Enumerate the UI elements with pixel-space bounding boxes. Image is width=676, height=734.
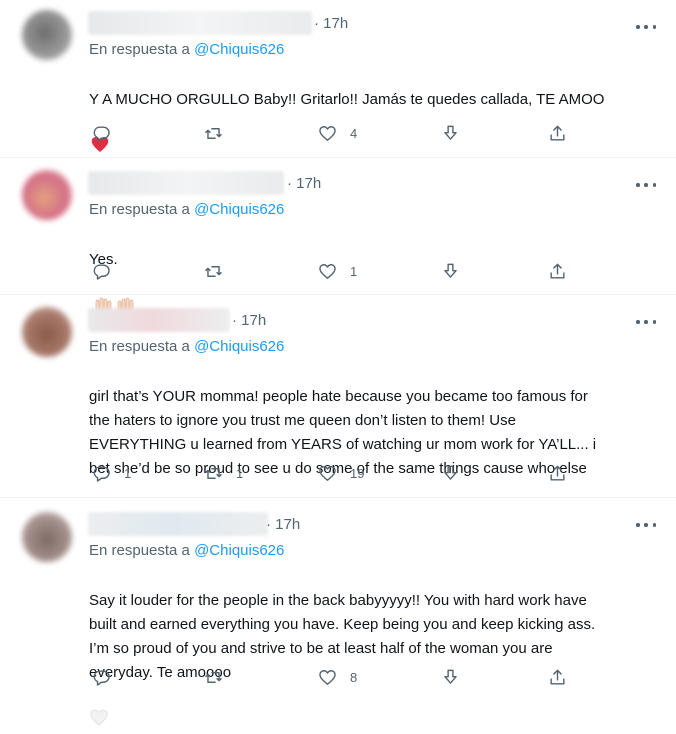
tweet[interactable]: · 17h En respuesta a @Chiquis626 Say it …: [0, 498, 676, 726]
share-button[interactable]: [548, 461, 567, 485]
avatar[interactable]: [22, 170, 72, 220]
share-button[interactable]: [548, 259, 567, 283]
like-count: 8: [350, 669, 358, 685]
like-count: 4: [350, 125, 358, 141]
download-button[interactable]: [441, 461, 460, 485]
like-button[interactable]: 1: [318, 259, 357, 283]
like-icon: [319, 125, 336, 141]
share-icon: [550, 263, 565, 279]
download-button[interactable]: [441, 259, 460, 283]
like-icon: [319, 669, 336, 685]
reply-prefix: En respuesta a: [89, 201, 190, 218]
more-icon[interactable]: [636, 22, 656, 32]
retweet-button[interactable]: [204, 665, 236, 689]
author-name-redacted[interactable]: [88, 11, 312, 35]
reply-button[interactable]: [92, 259, 124, 283]
like-icon: [319, 263, 336, 279]
reply-icon: [93, 669, 110, 686]
tweet-timestamp[interactable]: · 17h: [232, 312, 266, 329]
like-button[interactable]: 4: [318, 121, 357, 145]
tweet-actions: 1 1 19: [88, 461, 568, 485]
more-icon[interactable]: [636, 180, 656, 190]
tweet-actions: 1: [88, 259, 568, 283]
reply-prefix: En respuesta a: [89, 542, 190, 559]
reply-button[interactable]: [92, 665, 124, 689]
download-icon: [444, 125, 457, 140]
retweet-icon: [205, 671, 222, 683]
share-icon: [550, 669, 565, 685]
reply-context: En respuesta a @Chiquis626: [89, 201, 284, 218]
like-icon: [319, 465, 336, 481]
retweet-icon: [205, 265, 222, 277]
author-name-redacted[interactable]: [88, 512, 268, 536]
tweet-timestamp[interactable]: · 17h: [314, 15, 348, 32]
author-name-redacted[interactable]: [88, 308, 230, 332]
retweet-button[interactable]: [204, 121, 236, 145]
tweet-timestamp[interactable]: · 17h: [287, 175, 321, 192]
reply-button[interactable]: [92, 121, 124, 145]
retweet-icon: [205, 467, 222, 479]
reply-handle-link[interactable]: @Chiquis626: [194, 338, 284, 355]
tweet-timestamp[interactable]: · 17h: [266, 516, 300, 533]
reply-thread: · 17h En respuesta a @Chiquis626 Y A MUC…: [0, 0, 676, 726]
share-icon: [550, 125, 565, 141]
tweet-text-content: Y A MUCHO ORGULLO Baby!! Gritarlo!! Jamá…: [89, 91, 605, 108]
tweet[interactable]: · 17h En respuesta a @Chiquis626 Yes. 1: [0, 158, 676, 313]
more-icon[interactable]: [636, 520, 656, 530]
retweet-button[interactable]: [204, 259, 236, 283]
reply-icon: [93, 125, 110, 142]
tweet-text: Y A MUCHO ORGULLO Baby!! Gritarlo!! Jamá…: [89, 64, 664, 161]
retweet-icon: [205, 127, 222, 139]
retweet-button[interactable]: 1: [204, 461, 243, 485]
tweet-text: Say it louder for the people in the back…: [89, 565, 664, 734]
tweet[interactable]: · 17h En respuesta a @Chiquis626 Y A MUC…: [0, 0, 676, 158]
download-icon: [444, 263, 457, 278]
reply-context: En respuesta a @Chiquis626: [89, 542, 284, 559]
reply-handle-link[interactable]: @Chiquis626: [194, 41, 284, 58]
like-button[interactable]: 19: [318, 461, 364, 485]
avatar[interactable]: [22, 307, 72, 357]
reply-icon: [93, 263, 110, 280]
reply-icon: [93, 465, 110, 482]
like-count: 1: [350, 263, 358, 279]
reply-prefix: En respuesta a: [89, 338, 190, 355]
tweet[interactable]: · 17h En respuesta a @Chiquis626 girl th…: [0, 295, 676, 498]
reply-handle-link[interactable]: @Chiquis626: [194, 542, 284, 559]
more-icon[interactable]: [636, 317, 656, 327]
download-icon: [444, 669, 457, 684]
reply-context: En respuesta a @Chiquis626: [89, 338, 284, 355]
retweet-count: 1: [236, 465, 244, 481]
tweet-actions: 8: [88, 665, 568, 689]
reply-handle-link[interactable]: @Chiquis626: [194, 201, 284, 218]
tweet-actions: 4: [88, 121, 568, 145]
download-button[interactable]: [441, 665, 460, 689]
share-button[interactable]: [548, 121, 567, 145]
avatar[interactable]: [22, 512, 72, 562]
reply-context: En respuesta a @Chiquis626: [89, 41, 284, 58]
download-icon: [444, 465, 457, 480]
share-icon: [550, 465, 565, 481]
reply-count: 1: [124, 465, 132, 481]
author-name-redacted[interactable]: [88, 171, 284, 195]
white-heart-icon: [90, 685, 108, 734]
like-count: 19: [350, 465, 365, 481]
reply-button[interactable]: 1: [92, 461, 131, 485]
download-button[interactable]: [441, 121, 460, 145]
share-button[interactable]: [548, 665, 567, 689]
reply-prefix: En respuesta a: [89, 41, 190, 58]
avatar[interactable]: [22, 10, 72, 60]
like-button[interactable]: 8: [318, 665, 357, 689]
